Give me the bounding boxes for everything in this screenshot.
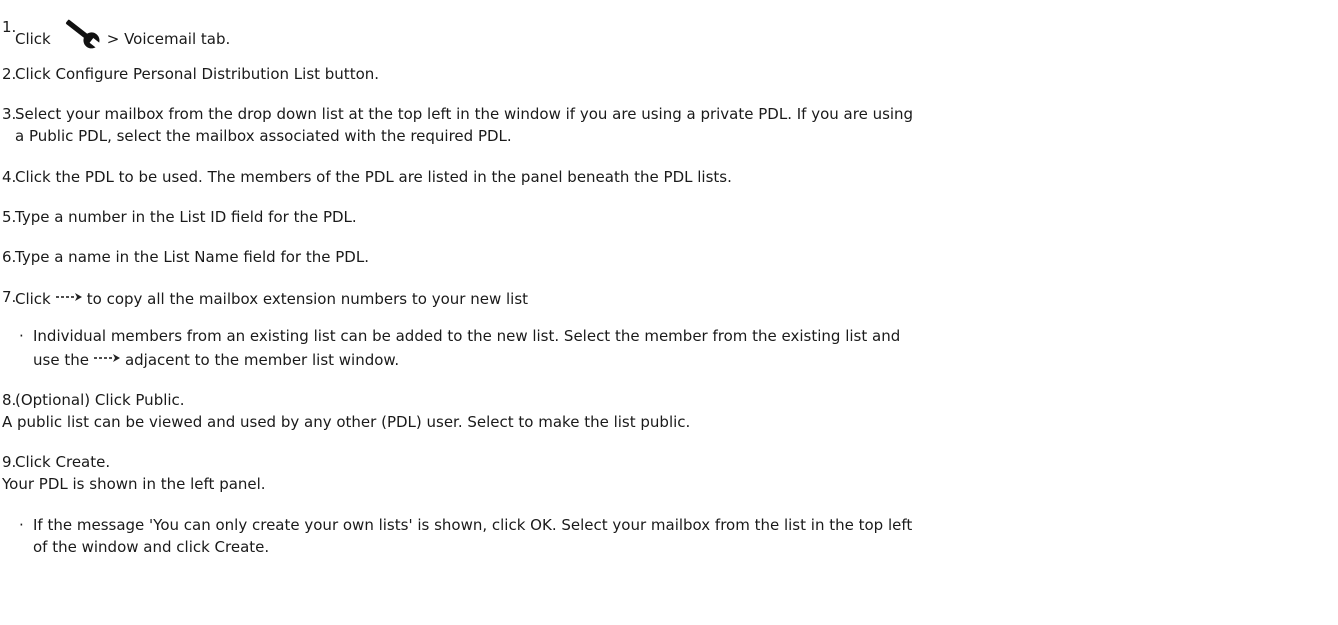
step-9: 9. Click Create. Your PDL is shown in th… bbox=[0, 451, 1330, 495]
step-number: 6. bbox=[2, 248, 17, 266]
step-number: 4. bbox=[2, 168, 17, 186]
step-number: 5. bbox=[2, 208, 17, 226]
step-number: 3. bbox=[2, 105, 17, 123]
bullet-dot: · bbox=[19, 516, 24, 534]
step-3: 3. Select your mailbox from the drop dow… bbox=[0, 103, 1330, 147]
step-text: Type a number in the List ID field for t… bbox=[15, 208, 357, 226]
step-text-post: to copy all the mailbox extension number… bbox=[86, 290, 529, 308]
step-number: 1. bbox=[2, 18, 17, 36]
note-line2-pre: use the bbox=[33, 351, 89, 369]
bullet-dot: · bbox=[19, 327, 24, 345]
step-text-line1: Click Create. bbox=[15, 453, 111, 471]
note-line1: If the message 'You can only create your… bbox=[33, 516, 913, 534]
step-text-line2: a Public PDL, select the mailbox associa… bbox=[15, 127, 512, 145]
note-line2-post: adjacent to the member list window. bbox=[124, 351, 400, 369]
step-text-post: > Voicemail tab. bbox=[106, 30, 231, 48]
step-6: 6. Type a name in the List Name field fo… bbox=[0, 246, 1330, 268]
step-text: Type a name in the List Name field for t… bbox=[15, 248, 369, 266]
step-text-line2: A public list can be viewed and used by … bbox=[2, 413, 691, 431]
step-text-pre: Click bbox=[15, 30, 51, 48]
note-line2: of the window and click Create. bbox=[33, 538, 270, 556]
step-text: Click Configure Personal Distribution Li… bbox=[15, 65, 380, 83]
step-text-line2: Your PDL is shown in the left panel. bbox=[2, 475, 266, 493]
copy-arrow-icon[interactable] bbox=[55, 286, 85, 301]
step-number: 9. bbox=[2, 453, 17, 471]
step-text-line1: Select your mailbox from the drop down l… bbox=[15, 105, 914, 123]
step-1: 1. Click > Voicemail tab. bbox=[0, 16, 1330, 50]
step-text-pre: Click bbox=[15, 290, 51, 308]
step-9-note: · If the message 'You can only create yo… bbox=[0, 514, 1330, 558]
note-line1: Individual members from an existing list… bbox=[33, 327, 901, 345]
step-8: 8. (Optional) Click Public. A public lis… bbox=[0, 389, 1330, 433]
step-7: 7. Click to copy all the mailbox extensio… bbox=[0, 286, 1330, 310]
step-text: Click the PDL to be used. The members of… bbox=[15, 168, 732, 186]
step-text-line1: (Optional) Click Public. bbox=[15, 391, 185, 409]
step-5: 5. Type a number in the List ID field fo… bbox=[0, 206, 1330, 228]
step-2: 2. Click Configure Personal Distribution… bbox=[0, 63, 1330, 85]
step-number: 2. bbox=[2, 65, 17, 83]
copy-arrow-icon[interactable] bbox=[93, 347, 123, 362]
step-4: 4. Click the PDL to be used. The members… bbox=[0, 166, 1330, 188]
wrench-icon[interactable] bbox=[59, 16, 105, 50]
step-number: 8. bbox=[2, 391, 17, 409]
step-number: 7. bbox=[2, 288, 17, 306]
step-7-note: · Individual members from an existing li… bbox=[0, 325, 1330, 371]
